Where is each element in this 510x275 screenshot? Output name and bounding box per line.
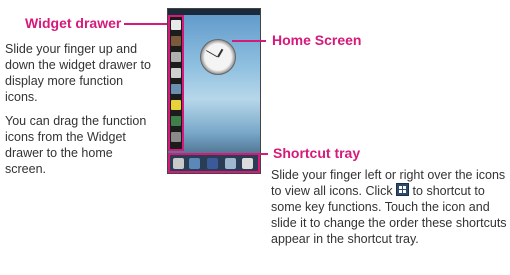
drawer-widget-icon — [171, 116, 181, 126]
grid-icon — [396, 183, 410, 196]
widget-drawer-pointer-line — [124, 23, 169, 25]
clock-icon — [200, 39, 236, 75]
drawer-widget-icon — [171, 52, 181, 62]
clock-hour-hand — [217, 48, 224, 58]
drawer-widget-icon — [171, 84, 181, 94]
shortcut-tray-description: Slide your finger left or right over the… — [271, 167, 507, 247]
phone-screenshot — [167, 8, 261, 174]
drawer-widget-icon — [171, 100, 181, 110]
contacts-icon — [189, 158, 200, 169]
drawer-widget-icon — [171, 20, 181, 30]
shortcut-icon — [242, 158, 253, 169]
facebook-icon — [207, 158, 218, 169]
widget-drawer-drag-description: You can drag the function icons from the… — [5, 114, 147, 176]
shortcut-tray-heading: Shortcut tray — [273, 145, 361, 161]
drawer-widget-icon — [171, 132, 181, 142]
drawer-widget-icon — [171, 68, 181, 78]
shortcut-tray-panel — [168, 153, 260, 173]
widget-drawer-panel — [168, 15, 184, 151]
home-screen-pointer-line — [232, 40, 266, 42]
widget-drawer-heading: Widget drawer — [25, 15, 122, 31]
drawer-widget-icon — [171, 36, 181, 46]
home-screen-heading: Home Screen — [272, 32, 362, 48]
shortcut-tray-pointer-line — [258, 153, 268, 155]
phone-icon — [173, 158, 184, 169]
widget-drawer-description: Slide your finger up and down the widget… — [5, 42, 151, 104]
messaging-icon — [225, 158, 236, 169]
clock-minute-hand — [205, 50, 218, 58]
